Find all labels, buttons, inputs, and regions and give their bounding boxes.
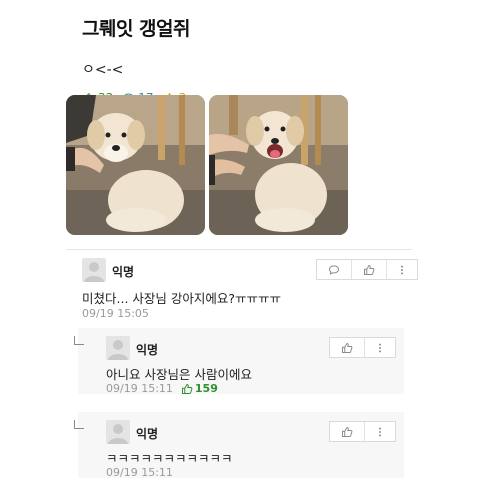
comment-nickname: 익명 (112, 265, 135, 279)
reply-meta: 09/19 15:11 (106, 466, 173, 479)
post-photo-1[interactable] (66, 95, 205, 235)
reply-actions (329, 421, 396, 442)
like-button[interactable] (330, 338, 365, 357)
reply-time: 09/19 15:11 (106, 382, 173, 395)
reply-text: ㅋㅋㅋㅋㅋㅋㅋㅋㅋㅋㅋ (106, 451, 233, 466)
post-photos (66, 95, 352, 235)
reply-meta: 09/19 15:11 159 (106, 382, 218, 395)
post-body: ㅇ<-< (82, 62, 124, 78)
more-vertical-icon (396, 264, 408, 276)
comment-item: 익명 미쳤다... 사장님 강아지에요?ㅠㅠㅠㅠ 09/19 15:05 (70, 253, 418, 321)
thumbs-up-icon (363, 264, 375, 276)
section-divider (66, 249, 412, 250)
thumbs-up-icon (341, 426, 353, 438)
reply-nickname: 익명 (136, 343, 159, 357)
reply-button[interactable] (317, 260, 352, 279)
reply-like-count: 159 (181, 382, 218, 395)
reply-arrow-icon (74, 420, 84, 429)
post-title: 그뤠잇 갱얼쥐 (82, 18, 191, 40)
reply-actions (329, 337, 396, 358)
comment-time: 09/19 15:05 (82, 307, 149, 320)
reply-text: 아니요 사장님은 사람이에요 (106, 367, 252, 382)
avatar (106, 420, 130, 444)
reply-time: 09/19 15:11 (106, 466, 173, 479)
avatar (82, 258, 106, 282)
comment-bubble-icon (328, 264, 340, 276)
reply-arrow-icon (74, 336, 84, 345)
comment-text: 미쳤다... 사장님 강아지에요?ㅠㅠㅠㅠ (82, 291, 282, 306)
comment-time-value: 09/19 15:05 (82, 307, 149, 320)
thumbs-up-icon (181, 383, 193, 395)
comment-actions (316, 259, 418, 280)
more-button[interactable] (365, 422, 395, 441)
more-vertical-icon (374, 426, 386, 438)
reply-like-count-value: 159 (194, 382, 218, 395)
reply-item: 익명 ㅋㅋㅋㅋㅋㅋㅋㅋㅋㅋㅋ 09/19 15:11 (74, 412, 404, 479)
post-photo-2[interactable] (209, 95, 348, 235)
reply-nickname: 익명 (136, 427, 159, 441)
more-button[interactable] (365, 338, 395, 357)
post-header: 그뤠잇 갱얼쥐 ㅇ<-< 33 17 3 (82, 14, 410, 105)
thumbs-up-icon (341, 342, 353, 354)
more-button[interactable] (387, 260, 417, 279)
like-button[interactable] (330, 422, 365, 441)
avatar (106, 336, 130, 360)
reply-item: 익명 아니요 사장님은 사람이에요 09/19 15:11 159 (74, 328, 404, 395)
like-button[interactable] (352, 260, 387, 279)
more-vertical-icon (374, 342, 386, 354)
